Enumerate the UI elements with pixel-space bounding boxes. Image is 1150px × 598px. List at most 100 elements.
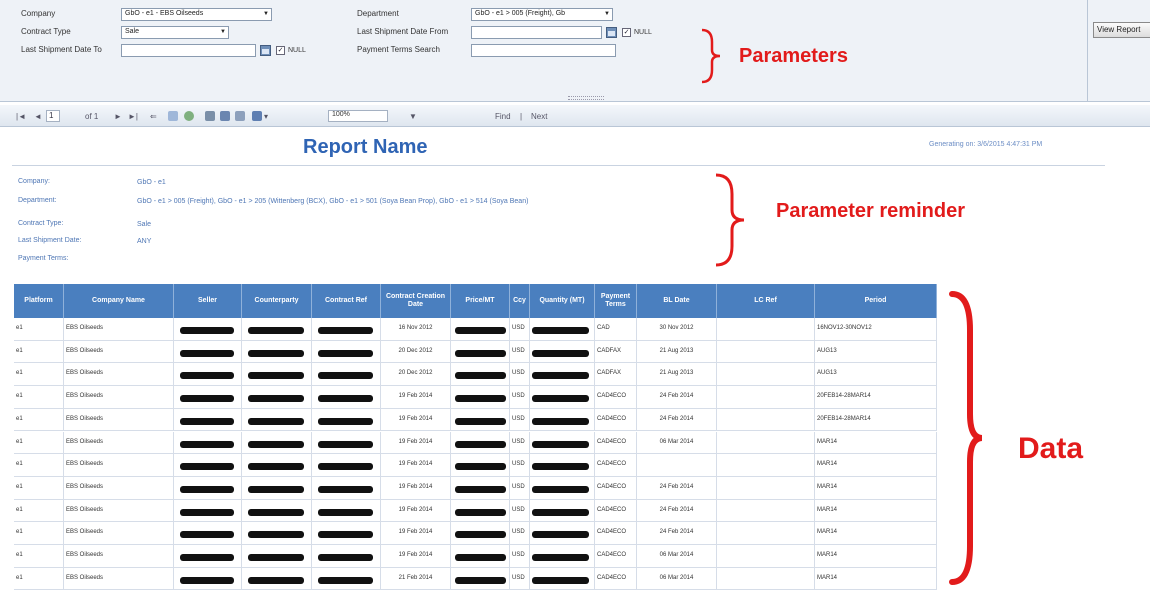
column-header-price-per-mt[interactable]: Price/MT bbox=[451, 284, 510, 318]
print-layout-icon[interactable] bbox=[220, 111, 230, 121]
chevron-down-icon: ▼ bbox=[263, 11, 269, 17]
cell-contract-ref bbox=[312, 454, 381, 477]
table-row[interactable]: e1 EBS Oilseeds 19 Feb 2014 USD CAD4ECO 06 Ma… bbox=[14, 545, 937, 568]
cell-payment-terms: CAD4ECO bbox=[595, 499, 637, 523]
contract-type-select[interactable]: Sale ▼ bbox=[121, 26, 229, 39]
back-icon[interactable]: ⇐ bbox=[150, 112, 157, 121]
column-header-quantity-mt[interactable]: Quantity (MT) bbox=[530, 284, 595, 318]
cell-contract-creation-date: 21 Feb 2014 bbox=[381, 567, 451, 591]
redacted-value bbox=[248, 576, 304, 584]
table-row[interactable]: e1 EBS Oilseeds 19 Feb 2014 USD CAD4ECO 24 Fe… bbox=[14, 408, 937, 432]
cell-price-per-mt bbox=[451, 567, 510, 591]
null-checkbox-from[interactable]: ✓ bbox=[622, 28, 631, 37]
cell-contract-ref bbox=[312, 386, 381, 409]
column-header-counterparty[interactable]: Counterparty bbox=[242, 284, 312, 318]
redacted-value bbox=[532, 417, 589, 425]
refresh-icon[interactable] bbox=[184, 111, 194, 121]
cell-seller bbox=[174, 454, 242, 477]
page-number-input[interactable]: 1 bbox=[46, 110, 60, 122]
table-row[interactable]: e1 EBS Oilseeds 21 Feb 2014 USD CAD4ECO 06 Ma… bbox=[14, 567, 937, 591]
table-row[interactable]: e1 EBS Oilseeds 19 Feb 2014 USD CAD4ECO 24 Fe… bbox=[14, 476, 937, 500]
cell-payment-terms: CAD4ECO bbox=[595, 454, 637, 477]
page-count: of 1 bbox=[85, 112, 99, 121]
next-page-icon[interactable]: ► bbox=[114, 112, 122, 121]
last-page-icon[interactable]: ►| bbox=[128, 112, 138, 121]
export-icon[interactable] bbox=[252, 111, 262, 121]
redacted-value bbox=[180, 395, 234, 403]
zoom-dropdown-icon[interactable]: ▼ bbox=[409, 112, 417, 121]
column-header-lc-ref[interactable]: LC Ref bbox=[717, 284, 815, 318]
last-shipment-to-input[interactable] bbox=[121, 44, 256, 57]
redacted-value bbox=[318, 485, 373, 493]
column-header-payment-terms[interactable]: Payment Terms bbox=[595, 284, 637, 318]
cell-platform: e1 bbox=[14, 567, 64, 591]
column-header-contract-creation-date[interactable]: Contract Creation Date bbox=[381, 284, 451, 318]
company-select[interactable]: GbO - e1 - EBS Oilseeds ▼ bbox=[121, 8, 272, 21]
cell-company-name: EBS Oilseeds bbox=[64, 318, 174, 341]
redacted-value bbox=[248, 440, 304, 448]
table-row[interactable]: e1 EBS Oilseeds 19 Feb 2014 USD CAD4ECO 06 Ma… bbox=[14, 431, 937, 455]
table-row[interactable]: e1 EBS Oilseeds 19 Feb 2014 USD CAD4ECO 24 Fe… bbox=[14, 386, 937, 409]
next-link[interactable]: Next bbox=[531, 112, 547, 121]
find-link[interactable]: Find bbox=[495, 112, 511, 121]
print-icon[interactable] bbox=[205, 111, 215, 121]
department-select[interactable]: GbO - e1 > 005 (Freight), Gb ▼ bbox=[471, 8, 613, 21]
cell-bl-date: 06 Mar 2014 bbox=[637, 431, 717, 455]
data-brace bbox=[949, 291, 983, 585]
previous-page-icon[interactable]: ◄ bbox=[34, 112, 42, 121]
cell-contract-ref bbox=[312, 567, 381, 591]
page-setup-icon[interactable] bbox=[235, 111, 245, 121]
null-checkbox-to[interactable]: ✓ bbox=[276, 46, 285, 55]
calendar-icon[interactable] bbox=[606, 27, 617, 38]
column-header-period[interactable]: Period bbox=[815, 284, 937, 318]
cell-quantity-mt bbox=[530, 363, 595, 387]
column-header-ccy[interactable]: Ccy bbox=[510, 284, 530, 318]
column-header-company-name[interactable]: Company Name bbox=[64, 284, 174, 318]
redacted-value bbox=[180, 576, 234, 584]
cell-contract-ref bbox=[312, 499, 381, 523]
toolbar-separator: | bbox=[520, 112, 523, 121]
company-select-value: GbO - e1 - EBS Oilseeds bbox=[125, 10, 204, 17]
table-row[interactable]: e1 EBS Oilseeds 16 Nov 2012 USD CAD 30 Nov 20… bbox=[14, 318, 937, 341]
cell-quantity-mt bbox=[530, 476, 595, 500]
zoom-select[interactable]: 100% bbox=[328, 110, 388, 122]
last-shipment-from-input[interactable] bbox=[471, 26, 602, 39]
column-header-bl-date[interactable]: BL Date bbox=[637, 284, 717, 318]
cell-counterparty bbox=[242, 499, 312, 523]
table-row[interactable]: e1 EBS Oilseeds 20 Dec 2012 USD CADFAX 21 Aug… bbox=[14, 340, 937, 364]
cell-seller bbox=[174, 476, 242, 500]
stop-icon[interactable] bbox=[168, 111, 178, 121]
cell-contract-creation-date: 19 Feb 2014 bbox=[381, 476, 451, 500]
cell-platform: e1 bbox=[14, 431, 64, 455]
table-row[interactable]: e1 EBS Oilseeds 20 Dec 2012 USD CADFAX 21 Aug… bbox=[14, 363, 937, 387]
calendar-icon[interactable] bbox=[260, 45, 271, 56]
view-report-button[interactable]: View Report bbox=[1093, 22, 1150, 38]
table-row[interactable]: e1 EBS Oilseeds 19 Feb 2014 USD CAD4ECO MAR14 bbox=[14, 454, 937, 477]
table-row[interactable]: e1 EBS Oilseeds 19 Feb 2014 USD CAD4ECO 24 Fe… bbox=[14, 499, 937, 523]
cell-counterparty bbox=[242, 567, 312, 591]
column-header-seller[interactable]: Seller bbox=[174, 284, 242, 318]
column-header-contract-ref[interactable]: Contract Ref bbox=[312, 284, 381, 318]
reminder-contract-type-value: Sale bbox=[137, 221, 152, 228]
cell-contract-ref bbox=[312, 318, 381, 341]
table-row[interactable]: e1 EBS Oilseeds 19 Feb 2014 USD CAD4ECO 24 Fe… bbox=[14, 522, 937, 545]
payment-terms-input[interactable] bbox=[471, 44, 616, 57]
cell-platform: e1 bbox=[14, 408, 64, 432]
cell-price-per-mt bbox=[451, 454, 510, 477]
collapse-handle[interactable] bbox=[568, 96, 604, 100]
cell-counterparty bbox=[242, 408, 312, 432]
cell-company-name: EBS Oilseeds bbox=[64, 340, 174, 364]
cell-counterparty bbox=[242, 454, 312, 477]
cell-seller bbox=[174, 545, 242, 568]
redacted-value bbox=[318, 440, 373, 448]
redacted-value bbox=[455, 508, 506, 516]
reminder-department-label: Department: bbox=[18, 197, 57, 204]
column-header-platform[interactable]: Platform bbox=[14, 284, 64, 318]
reminder-last-shipment-label: Last Shipment Date: bbox=[18, 237, 82, 244]
export-dropdown-icon[interactable]: ▾ bbox=[264, 112, 268, 121]
cell-platform: e1 bbox=[14, 545, 64, 568]
cell-seller bbox=[174, 386, 242, 409]
first-page-icon[interactable]: |◄ bbox=[16, 112, 26, 121]
cell-company-name: EBS Oilseeds bbox=[64, 454, 174, 477]
cell-company-name: EBS Oilseeds bbox=[64, 522, 174, 545]
